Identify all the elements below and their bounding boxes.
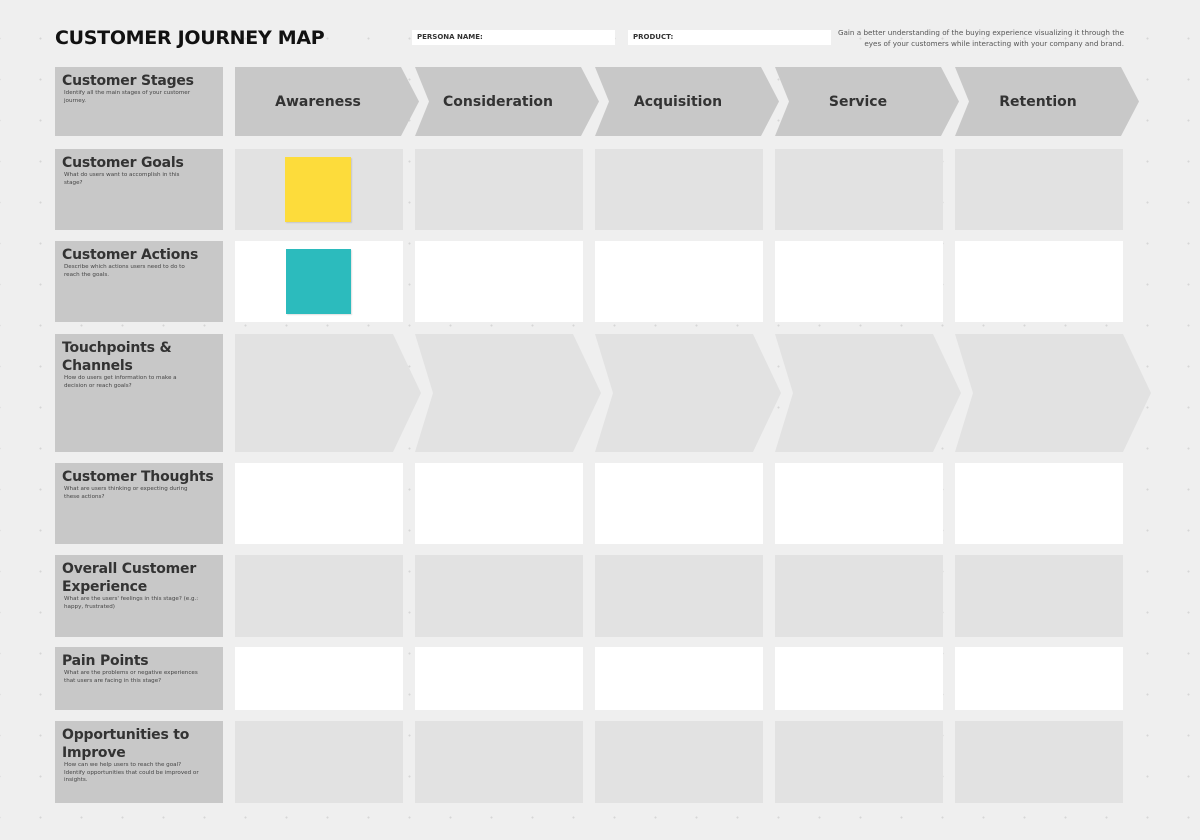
cell-customer-thoughts-service[interactable] [775,463,943,544]
row-label-opportunities[interactable]: Opportunities to Improve How can we help… [55,721,223,803]
cell-customer-actions-service[interactable] [775,241,943,322]
row-label-customer-thoughts[interactable]: Customer Thoughts What are users thinkin… [55,463,223,544]
touchpoint-cell-service[interactable] [775,334,971,452]
row-title: Opportunities to Improve [62,727,190,761]
cell-opportunities-to-improve-awareness[interactable] [235,721,403,803]
chevron-polygon [235,334,421,452]
cell-pain-points-service[interactable] [775,647,943,710]
stage-service[interactable]: Service [775,67,959,136]
stage-label: Consideration [443,93,553,110]
page-title: CUSTOMER JOURNEY MAP [55,27,325,49]
sticky-note-teal[interactable] [286,249,351,314]
cell-customer-actions-acquisition[interactable] [595,241,763,322]
row-label-touchpoints-channels[interactable]: Touchpoints & Channels How do users get … [55,334,223,452]
row-title: Pain Points [62,653,149,669]
row-label-customer-goals[interactable]: Customer Goals What do users want to acc… [55,149,223,230]
row-label-customer-stages[interactable]: Customer Stages Identify all the main st… [55,67,223,136]
persona-name-field[interactable]: PERSONA NAME: [412,30,615,45]
cell-customer-goals-retention[interactable] [955,149,1123,230]
stage-retention[interactable]: Retention [955,67,1139,136]
row-description: How can we help users to reach the goal?… [64,762,199,783]
row-title: Customer Thoughts [62,469,214,485]
touchpoint-cell-awareness[interactable] [235,334,431,452]
chevron-polygon [775,334,961,452]
cell-customer-thoughts-acquisition[interactable] [595,463,763,544]
cell-pain-points-retention[interactable] [955,647,1123,710]
persona-name-label: PERSONA NAME: [417,33,483,41]
stage-label: Service [828,93,888,110]
cell-overall-customer-experience-consideration[interactable] [415,555,583,637]
stage-consideration[interactable]: Consideration [415,67,599,136]
cell-customer-thoughts-awareness[interactable] [235,463,403,544]
chevron-polygon [415,334,601,452]
row-label-pain-points[interactable]: Pain Points What are the problems or neg… [55,647,223,710]
product-label: PRODUCT: [633,33,674,41]
chevron-polygon [955,334,1151,452]
cell-overall-customer-experience-service[interactable] [775,555,943,637]
stage-label: Awareness [275,93,361,110]
stage-awareness[interactable]: Awareness [235,67,419,136]
touchpoint-cell-consideration[interactable] [415,334,611,452]
touchpoint-cell-retention[interactable] [955,334,1151,452]
cell-overall-customer-experience-acquisition[interactable] [595,555,763,637]
cell-overall-customer-experience-awareness[interactable] [235,555,403,637]
row-description: What are users thinking or expecting dur… [64,486,188,500]
sticky-note-yellow[interactable] [285,157,351,222]
row-title: Overall Customer Experience [62,561,197,595]
touchpoint-cell-acquisition[interactable] [595,334,791,452]
row-description: What do users want to accomplish in this… [64,172,180,186]
cell-customer-goals-consideration[interactable] [415,149,583,230]
cell-customer-thoughts-retention[interactable] [955,463,1123,544]
row-label-customer-actions[interactable]: Customer Actions Describe which actions … [55,241,223,322]
row-description: How do users get information to make a d… [64,375,177,389]
row-title: Customer Stages [62,73,194,89]
cell-customer-actions-consideration[interactable] [415,241,583,322]
cell-opportunities-to-improve-acquisition[interactable] [595,721,763,803]
stage-label: Retention [999,93,1077,110]
cell-customer-goals-service[interactable] [775,149,943,230]
product-field[interactable]: PRODUCT: [628,30,831,45]
cell-pain-points-awareness[interactable] [235,647,403,710]
chevron-polygon [595,334,781,452]
cell-opportunities-to-improve-service[interactable] [775,721,943,803]
row-label-overall-experience[interactable]: Overall Customer Experience What are the… [55,555,223,637]
intro-text: Gain a better understanding of the buyin… [837,28,1124,48]
row-description: Identify all the main stages of your cus… [64,90,191,104]
row-description: Describe which actions users need to do … [64,264,185,278]
stage-acquisition[interactable]: Acquisition [595,67,779,136]
row-title: Touchpoints & Channels [62,340,172,374]
cell-overall-customer-experience-retention[interactable] [955,555,1123,637]
row-description: What are the users' feelings in this sta… [64,596,199,610]
row-title: Customer Actions [62,247,199,263]
cell-opportunities-to-improve-consideration[interactable] [415,721,583,803]
row-description: What are the problems or negative experi… [64,670,198,684]
cell-opportunities-to-improve-retention[interactable] [955,721,1123,803]
cell-customer-thoughts-consideration[interactable] [415,463,583,544]
stage-label: Acquisition [633,93,723,110]
cell-customer-actions-retention[interactable] [955,241,1123,322]
cell-pain-points-consideration[interactable] [415,647,583,710]
cell-pain-points-acquisition[interactable] [595,647,763,710]
cell-customer-goals-acquisition[interactable] [595,149,763,230]
row-title: Customer Goals [62,155,184,171]
